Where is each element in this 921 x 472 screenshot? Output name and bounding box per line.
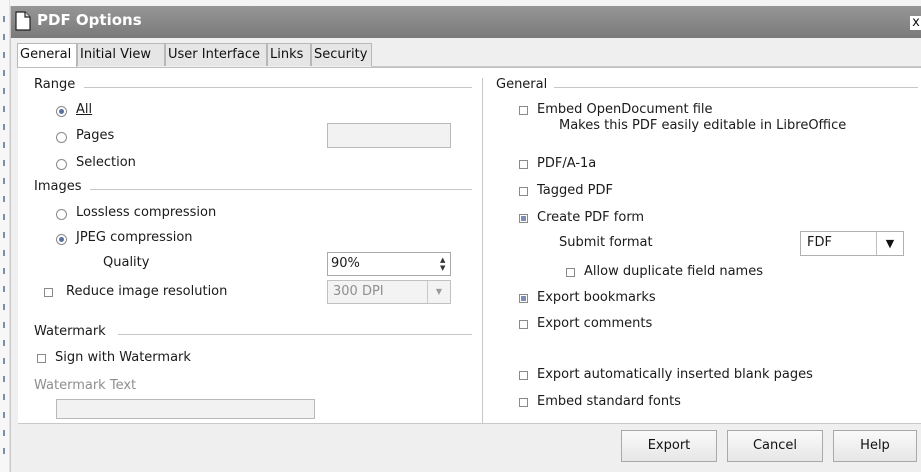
embed-opendocument-label[interactable]: Embed OpenDocument file xyxy=(537,102,713,117)
pages-input[interactable] xyxy=(327,123,451,148)
jpeg-radio[interactable] xyxy=(56,234,67,245)
document-icon xyxy=(15,11,31,31)
tab-security[interactable]: Security xyxy=(311,43,372,66)
embed-opendocument-checkbox[interactable] xyxy=(519,106,528,115)
range-heading: Range xyxy=(34,77,76,92)
embed-fonts-label[interactable]: Embed standard fonts xyxy=(537,394,681,409)
range-pages-label[interactable]: Pages xyxy=(76,128,114,143)
help-button[interactable]: Help xyxy=(833,430,917,462)
spin-arrows-icon[interactable]: ▲ ▼ xyxy=(440,256,448,272)
embed-opendocument-description: Makes this PDF easily editable in LibreO… xyxy=(559,118,847,133)
quality-label: Quality xyxy=(103,255,150,270)
quality-value[interactable]: 90% xyxy=(331,256,360,271)
reduce-resolution-checkbox[interactable] xyxy=(44,288,53,297)
tab-links[interactable]: Links xyxy=(267,43,311,66)
images-divider xyxy=(90,189,472,190)
export-comments-label[interactable]: Export comments xyxy=(537,316,652,331)
chevron-down-icon[interactable]: ▼ xyxy=(427,281,450,303)
allow-duplicate-checkbox[interactable] xyxy=(566,268,575,277)
export-bookmarks-checkbox[interactable] xyxy=(519,294,528,303)
resolution-value: 300 DPI xyxy=(333,284,384,299)
column-separator xyxy=(482,78,483,424)
title-bar[interactable]: PDF Options x xyxy=(11,6,921,38)
embed-fonts-checkbox[interactable] xyxy=(519,398,528,407)
reduce-resolution-label[interactable]: Reduce image resolution xyxy=(66,284,227,299)
lossless-label[interactable]: Lossless compression xyxy=(76,205,216,220)
general-divider xyxy=(554,87,918,88)
range-all-radio[interactable] xyxy=(56,106,67,117)
tagged-pdf-label[interactable]: Tagged PDF xyxy=(537,183,613,198)
close-button[interactable]: x xyxy=(910,16,921,30)
jpeg-label[interactable]: JPEG compression xyxy=(76,230,193,245)
watermark-text-label: Watermark Text xyxy=(34,378,137,393)
submit-format-select[interactable]: FDF ▼ xyxy=(800,231,904,256)
general-heading: General xyxy=(496,77,548,92)
resolution-select[interactable]: 300 DPI ▼ xyxy=(327,280,451,304)
watermark-heading: Watermark xyxy=(34,324,106,339)
general-tab-panel: Range All Pages Selection Images Lossles… xyxy=(18,67,921,424)
watermark-divider xyxy=(118,334,472,335)
export-button[interactable]: Export xyxy=(621,430,717,462)
pdfa-checkbox[interactable] xyxy=(519,160,528,169)
export-comments-checkbox[interactable] xyxy=(519,320,528,329)
images-heading: Images xyxy=(34,179,82,194)
range-pages-radio[interactable] xyxy=(56,132,67,143)
background-window-edge xyxy=(0,0,10,472)
quality-spinner[interactable]: 90% ▲ ▼ xyxy=(327,252,451,276)
tab-user-interface[interactable]: User Interface xyxy=(165,43,267,66)
cancel-button[interactable]: Cancel xyxy=(727,430,823,462)
submit-format-label: Submit format xyxy=(559,235,653,250)
create-form-checkbox[interactable] xyxy=(519,214,528,223)
pdfa-label[interactable]: PDF/A-1a xyxy=(537,156,596,171)
tab-initial-view[interactable]: Initial View xyxy=(77,43,165,66)
sign-watermark-label[interactable]: Sign with Watermark xyxy=(55,350,191,365)
dialog-title: PDF Options xyxy=(37,11,142,29)
submit-format-value: FDF xyxy=(807,235,832,250)
allow-duplicate-label[interactable]: Allow duplicate field names xyxy=(584,264,763,279)
tab-general[interactable]: General xyxy=(17,43,77,68)
export-bookmarks-label[interactable]: Export bookmarks xyxy=(537,290,656,305)
create-form-label[interactable]: Create PDF form xyxy=(537,210,644,225)
range-selection-label[interactable]: Selection xyxy=(76,155,136,170)
watermark-text-input[interactable] xyxy=(56,399,315,419)
sign-watermark-checkbox[interactable] xyxy=(37,354,46,363)
range-all-label[interactable]: All xyxy=(76,102,92,117)
footer-divider xyxy=(18,423,921,424)
tagged-pdf-checkbox[interactable] xyxy=(519,187,528,196)
chevron-down-icon[interactable]: ▼ xyxy=(876,232,903,255)
range-divider xyxy=(84,87,472,88)
pdf-options-dialog: PDF Options x General Initial View User … xyxy=(10,6,921,472)
range-selection-radio[interactable] xyxy=(56,159,67,170)
export-blank-pages-label[interactable]: Export automatically inserted blank page… xyxy=(537,367,813,382)
lossless-radio[interactable] xyxy=(56,209,67,220)
export-blank-pages-checkbox[interactable] xyxy=(519,371,528,380)
